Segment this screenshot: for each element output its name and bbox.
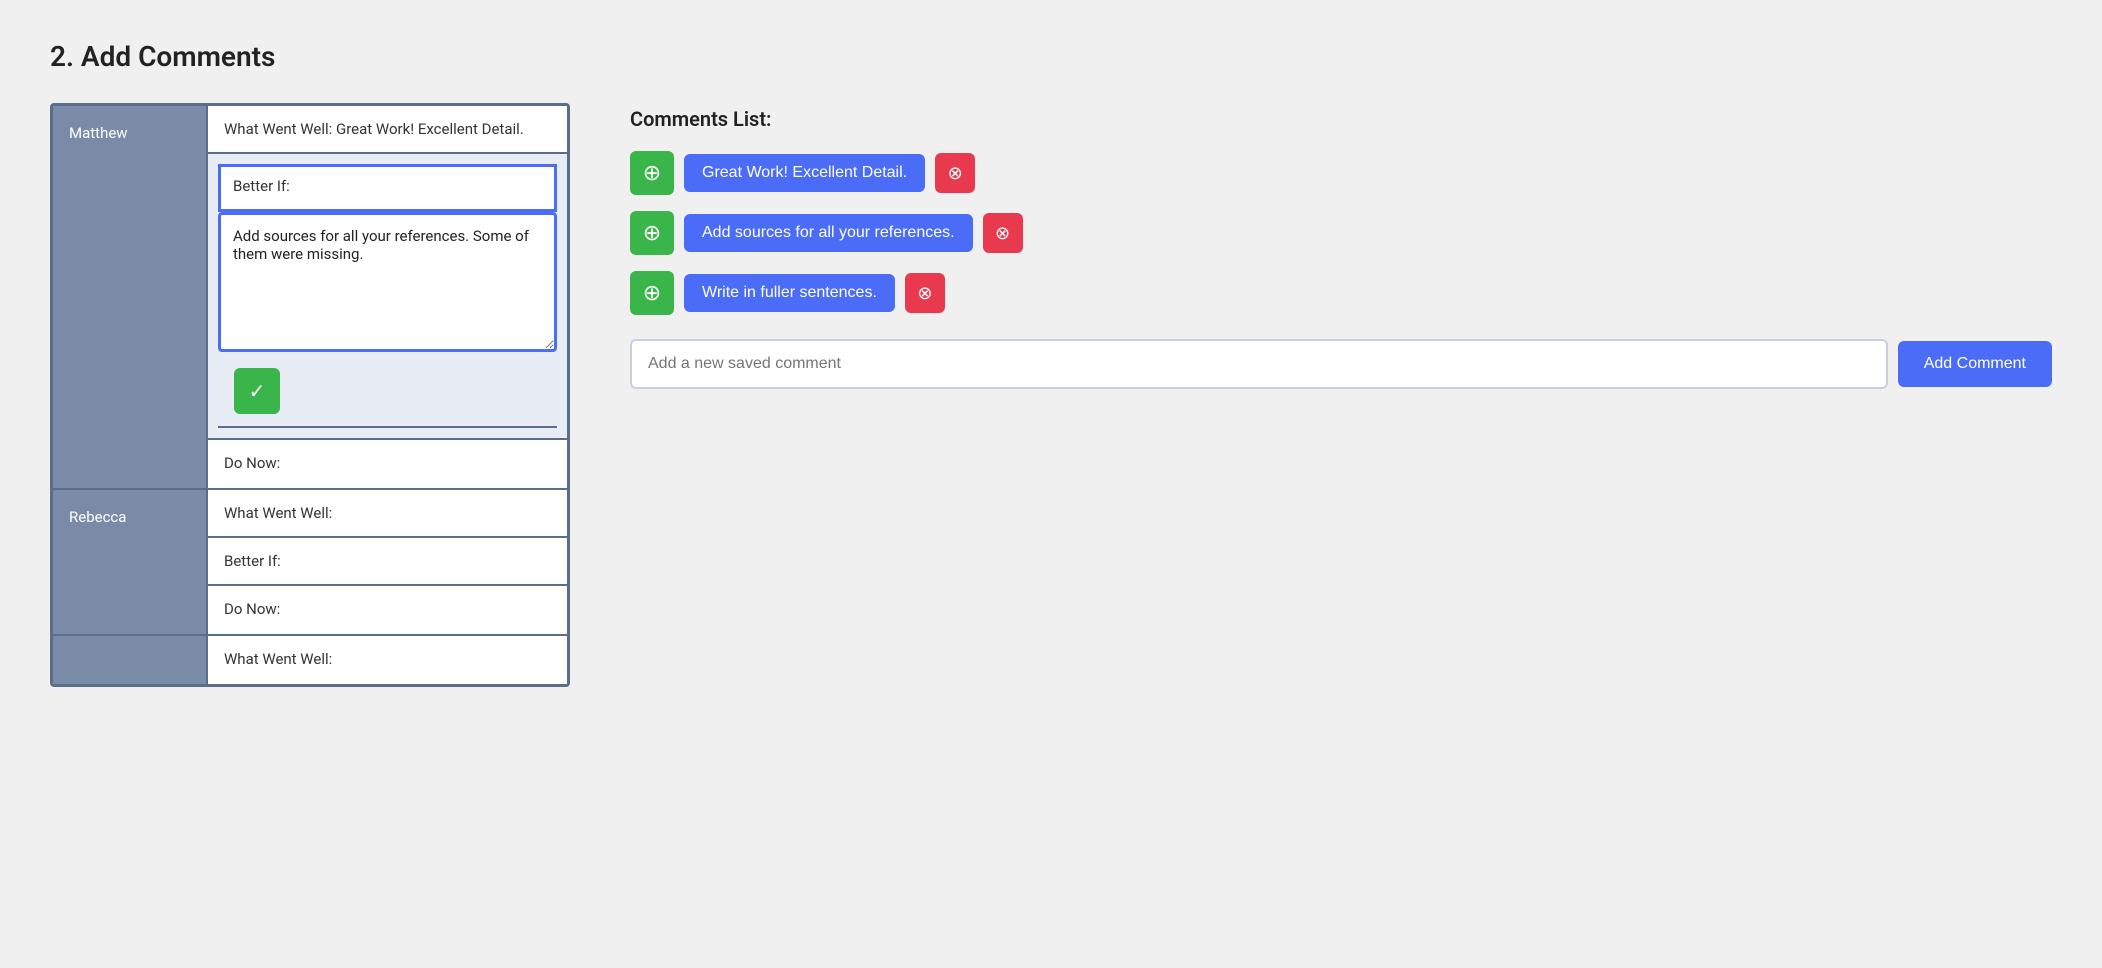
student-row-rebecca: Rebecca What Went Well: Better If: Do No… bbox=[53, 490, 567, 636]
new-comment-row: Add Comment bbox=[630, 339, 2052, 389]
matthew-what-went-well: What Went Well: Great Work! Excellent De… bbox=[208, 106, 567, 154]
add-to-feedback-button-2[interactable]: ⊕ bbox=[630, 211, 674, 255]
student-name-rebecca: Rebecca bbox=[53, 490, 208, 634]
comment-item-2: ⊕ Add sources for all your references. ⊗ bbox=[630, 211, 2052, 255]
x-circle-icon-2: ⊗ bbox=[995, 223, 1010, 244]
rebecca-feedback-col: What Went Well: Better If: Do Now: bbox=[208, 490, 567, 634]
matthew-confirm-button[interactable]: ✓ bbox=[234, 368, 280, 414]
x-circle-icon-3: ⊗ bbox=[917, 283, 932, 304]
partial-feedback-col: What Went Well: bbox=[208, 636, 567, 684]
x-circle-icon-1: ⊗ bbox=[948, 163, 963, 184]
rebecca-do-now: Do Now: bbox=[208, 586, 567, 634]
matthew-better-if-wrapper: Better If: Add sources for all your refe… bbox=[208, 154, 567, 440]
student-row-matthew: Matthew What Went Well: Great Work! Exce… bbox=[53, 106, 567, 490]
partial-what-went-well: What Went Well: bbox=[208, 636, 567, 684]
plus-icon-1: ⊕ bbox=[643, 160, 661, 186]
remove-comment-button-2[interactable]: ⊗ bbox=[983, 213, 1023, 253]
matthew-confirm-wrapper: ✓ bbox=[218, 356, 557, 428]
rebecca-better-if: Better If: bbox=[208, 538, 567, 586]
comment-text-button-1[interactable]: Great Work! Excellent Detail. bbox=[684, 154, 925, 192]
student-row-partial: What Went Well: bbox=[53, 636, 567, 684]
rebecca-what-went-well: What Went Well: bbox=[208, 490, 567, 538]
add-comment-submit-button[interactable]: Add Comment bbox=[1898, 341, 2052, 387]
checkmark-icon: ✓ bbox=[249, 379, 266, 404]
matthew-do-now: Do Now: bbox=[208, 440, 567, 488]
matthew-better-if-textarea[interactable]: Add sources for all your references. Som… bbox=[218, 212, 557, 352]
comment-item-1: ⊕ Great Work! Excellent Detail. ⊗ bbox=[630, 151, 2052, 195]
comment-text-button-2[interactable]: Add sources for all your references. bbox=[684, 214, 973, 252]
plus-icon-3: ⊕ bbox=[643, 280, 661, 306]
add-to-feedback-button-1[interactable]: ⊕ bbox=[630, 151, 674, 195]
add-to-feedback-button-3[interactable]: ⊕ bbox=[630, 271, 674, 315]
plus-icon-2: ⊕ bbox=[643, 220, 661, 246]
comment-item-3: ⊕ Write in fuller sentences. ⊗ bbox=[630, 271, 2052, 315]
new-comment-input[interactable] bbox=[630, 339, 1888, 389]
comments-panel: Comments List: ⊕ Great Work! Excellent D… bbox=[630, 103, 2052, 389]
student-table: Matthew What Went Well: Great Work! Exce… bbox=[50, 103, 570, 687]
student-name-matthew: Matthew bbox=[53, 106, 208, 488]
matthew-feedback-col: What Went Well: Great Work! Excellent De… bbox=[208, 106, 567, 488]
comment-text-button-3[interactable]: Write in fuller sentences. bbox=[684, 274, 895, 312]
page-title: 2. Add Comments bbox=[50, 40, 2052, 73]
comments-list-title: Comments List: bbox=[630, 107, 2052, 131]
remove-comment-button-3[interactable]: ⊗ bbox=[905, 273, 945, 313]
remove-comment-button-1[interactable]: ⊗ bbox=[935, 153, 975, 193]
matthew-better-if: Better If: bbox=[218, 164, 557, 212]
main-content: Matthew What Went Well: Great Work! Exce… bbox=[50, 103, 2052, 687]
student-name-partial bbox=[53, 636, 208, 684]
